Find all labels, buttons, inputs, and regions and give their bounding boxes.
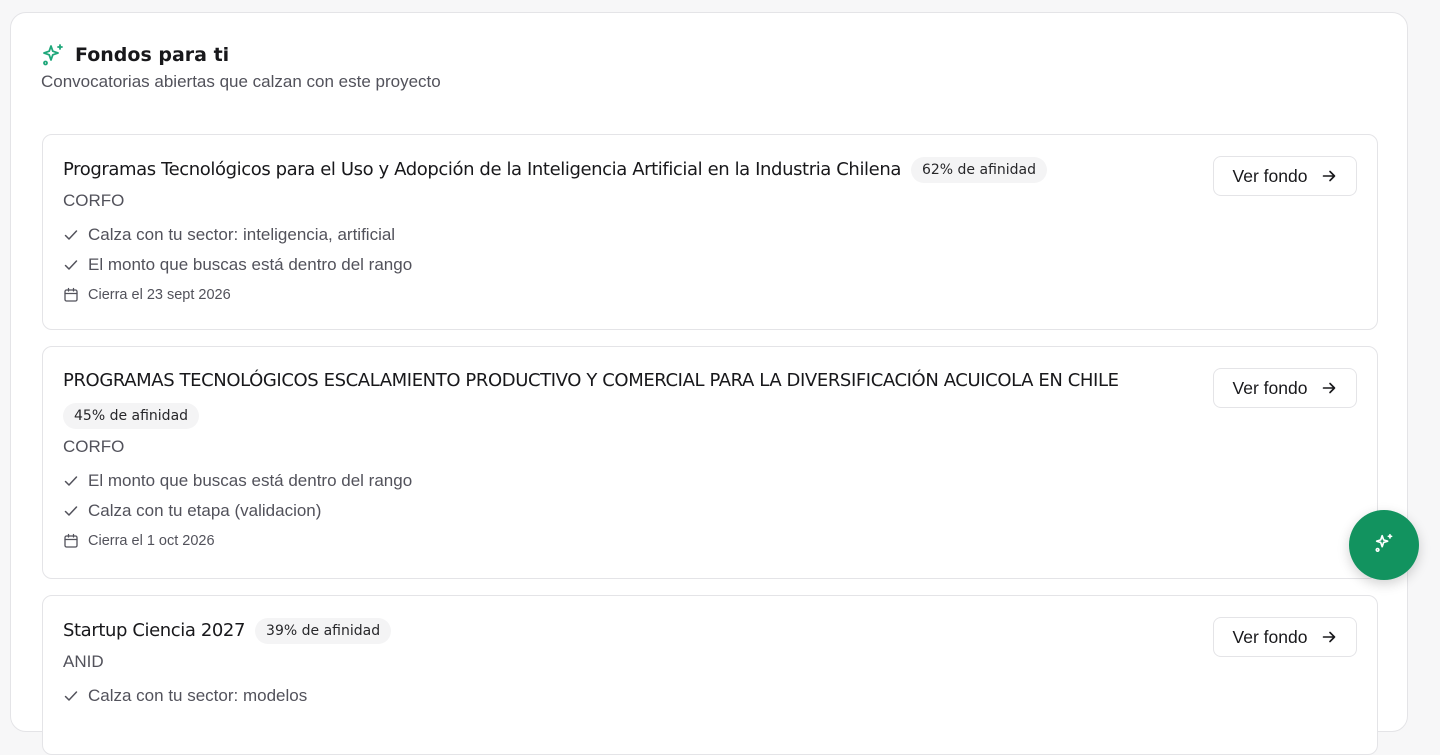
- deadline-text: Cierra el 23 sept 2026: [88, 287, 231, 303]
- fund-title: Programas Tecnológicos para el Uso y Ado…: [63, 159, 901, 180]
- view-fund-button[interactable]: Ver fondo: [1213, 368, 1357, 408]
- deadline: Cierra el 1 oct 2026: [63, 530, 1183, 552]
- affinity-badge: 39% de afinidad: [255, 618, 392, 644]
- view-fund-label: Ver fondo: [1232, 377, 1308, 398]
- check-icon: [63, 257, 79, 273]
- fund-agency: CORFO: [63, 437, 125, 456]
- arrow-right-icon: [1321, 168, 1337, 184]
- match-reason: El monto que buscas está dentro del rang…: [63, 466, 1183, 496]
- reason-text: El monto que buscas está dentro del rang…: [88, 255, 413, 274]
- reason-text: Calza con tu etapa (validacion): [88, 501, 322, 520]
- view-fund-button[interactable]: Ver fondo: [1213, 617, 1357, 657]
- fund-agency: CORFO: [63, 191, 125, 210]
- reason-text: Calza con tu sector: modelos: [88, 686, 308, 705]
- calendar-icon: [63, 533, 79, 549]
- ai-assistant-button[interactable]: [1349, 510, 1419, 580]
- affinity-badge: 62% de afinidad: [910, 157, 1047, 183]
- match-reason: El monto que buscas está dentro del rang…: [63, 250, 1183, 280]
- check-icon: [63, 688, 79, 704]
- match-reason: Calza con tu sector: inteligencia, artif…: [63, 220, 1183, 250]
- view-fund-label: Ver fondo: [1232, 165, 1308, 186]
- arrow-right-icon: [1321, 380, 1337, 396]
- match-reason: Calza con tu sector: modelos: [63, 681, 1183, 711]
- fund-card: Startup Ciencia 2027 39% de afinidad ANI…: [42, 595, 1378, 755]
- fund-title: PROGRAMAS TECNOLÓGICOS ESCALAMIENTO PROD…: [63, 370, 1119, 391]
- panel-subtitle: Convocatorias abiertas que calzan con es…: [41, 72, 441, 91]
- check-icon: [63, 503, 79, 519]
- panel-title: Fondos para ti: [75, 44, 230, 66]
- deadline-text: Cierra el 1 oct 2026: [88, 533, 215, 549]
- fund-title: Startup Ciencia 2027: [63, 620, 246, 641]
- sparkles-icon: [1373, 532, 1395, 559]
- fund-card: Programas Tecnológicos para el Uso y Ado…: [42, 134, 1378, 330]
- affinity-badge: 45% de afinidad: [63, 403, 200, 429]
- panel-header: Fondos para ti Convocatorias abiertas qu…: [41, 43, 441, 92]
- funds-panel: Fondos para ti Convocatorias abiertas qu…: [10, 12, 1408, 755]
- check-icon: [63, 473, 79, 489]
- view-fund-label: Ver fondo: [1232, 626, 1308, 647]
- reason-text: Calza con tu sector: inteligencia, artif…: [88, 225, 396, 244]
- match-reason: Calza con tu etapa (validacion): [63, 496, 1183, 526]
- fund-agency: ANID: [63, 652, 104, 671]
- check-icon: [63, 227, 79, 243]
- calendar-icon: [63, 287, 79, 303]
- fund-card: PROGRAMAS TECNOLÓGICOS ESCALAMIENTO PROD…: [42, 346, 1378, 579]
- sparkles-icon: [41, 43, 65, 67]
- view-fund-button[interactable]: Ver fondo: [1213, 156, 1357, 196]
- deadline: Cierra el 23 sept 2026: [63, 284, 1183, 306]
- arrow-right-icon: [1321, 629, 1337, 645]
- reason-text: El monto que buscas está dentro del rang…: [88, 471, 413, 490]
